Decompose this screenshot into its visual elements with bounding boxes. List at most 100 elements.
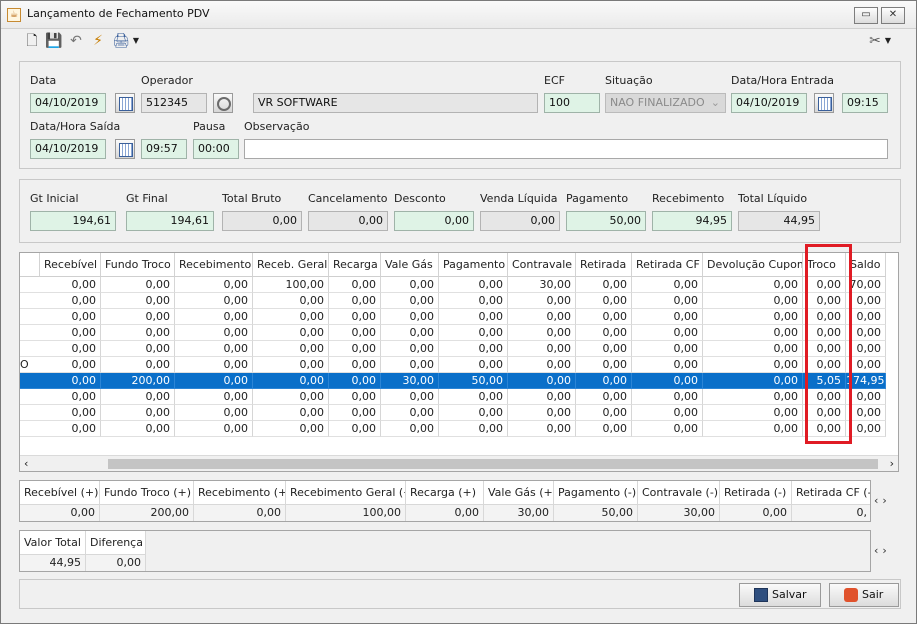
table-cell[interactable]: 100,00 (253, 277, 329, 293)
summary-scroll-arrows-icon[interactable]: ‹› (874, 494, 891, 507)
column-header[interactable]: Recebimento (175, 253, 253, 277)
table-cell[interactable]: 0,00 (329, 389, 381, 405)
close-window-button[interactable]: ✕ (881, 7, 905, 24)
salvar-button[interactable]: Salvar (739, 583, 821, 607)
observacao-field[interactable] (244, 139, 888, 159)
table-cell[interactable]: 0,00 (329, 309, 381, 325)
table-cell[interactable]: 0,00 (703, 357, 803, 373)
table-cell[interactable]: 0,00 (253, 405, 329, 421)
table-cell[interactable]: 0,00 (40, 277, 101, 293)
movements-table[interactable]: Recebível Fundo Troco Recebimento Receb. Ge… (19, 252, 899, 472)
table-cell[interactable]: 0,00 (40, 325, 101, 341)
table-cell[interactable]: 0,00 (576, 373, 632, 389)
table-cell[interactable]: 0,00 (632, 421, 703, 437)
table-cell[interactable]: 0,00 (101, 309, 175, 325)
column-header[interactable]: Saldo (846, 253, 886, 277)
column-header[interactable]: Troco (803, 253, 846, 277)
table-cell[interactable]: 0,00 (40, 341, 101, 357)
table-cell[interactable]: 0,00 (846, 405, 886, 421)
scroll-left-icon[interactable]: ‹ (24, 456, 28, 471)
table-cell[interactable]: 0,00 (101, 293, 175, 309)
column-header[interactable]: Contravale (508, 253, 576, 277)
entrada-calendar-button[interactable] (814, 93, 834, 113)
table-cell[interactable]: 0,00 (703, 309, 803, 325)
table-cell[interactable]: 0,00 (576, 293, 632, 309)
print-icon[interactable]: 🖨 (112, 32, 130, 50)
data-field[interactable]: 04/10/2019 (30, 93, 106, 113)
table-cell[interactable]: 0,00 (381, 293, 439, 309)
table-cell[interactable]: 0,00 (439, 341, 508, 357)
table-cell[interactable] (20, 325, 40, 341)
table-cell[interactable]: 0,00 (439, 309, 508, 325)
table-cell[interactable]: 0,00 (846, 389, 886, 405)
column-header[interactable]: Retirada CF (632, 253, 703, 277)
table-cell[interactable]: 0,00 (632, 277, 703, 293)
table-cell[interactable]: 0,00 (253, 309, 329, 325)
column-header[interactable]: Devolução Cupom (703, 253, 803, 277)
table-cell[interactable]: 0,00 (703, 373, 803, 389)
table-cell[interactable]: 0,00 (329, 357, 381, 373)
table-cell[interactable]: 200,00 (101, 373, 175, 389)
column-header[interactable]: Fundo Troco (101, 253, 175, 277)
table-cell[interactable]: 0,00 (175, 421, 253, 437)
table-cell[interactable]: 0,00 (508, 405, 576, 421)
table-cell[interactable]: 0,00 (508, 389, 576, 405)
table-cell[interactable] (20, 341, 40, 357)
table-cell[interactable]: 0,00 (381, 421, 439, 437)
pausa-field[interactable]: 00:00 (193, 139, 239, 159)
table-cell[interactable]: 0,00 (803, 389, 846, 405)
table-cell[interactable]: 0,00 (703, 341, 803, 357)
saida-date-field[interactable]: 04/10/2019 (30, 139, 106, 159)
table-cell[interactable]: 0,00 (40, 373, 101, 389)
data-calendar-button[interactable] (115, 93, 135, 113)
table-cell[interactable]: 0,00 (439, 325, 508, 341)
column-header[interactable]: Recarga (329, 253, 381, 277)
table-cell[interactable]: 0,00 (381, 325, 439, 341)
table-cell[interactable]: 0,00 (632, 293, 703, 309)
table-cell[interactable]: 0,00 (439, 405, 508, 421)
ecf-field[interactable]: 100 (544, 93, 600, 113)
table-cell[interactable]: 0,00 (175, 293, 253, 309)
table-cell[interactable]: 0,00 (508, 309, 576, 325)
table-cell[interactable]: 0,00 (576, 309, 632, 325)
table-cell[interactable]: 0,00 (439, 357, 508, 373)
column-header[interactable] (20, 253, 40, 277)
table-cell[interactable]: 0,00 (508, 293, 576, 309)
table-cell[interactable] (20, 405, 40, 421)
table-cell[interactable]: 0,00 (508, 373, 576, 389)
restore-button[interactable]: ▭ (854, 7, 878, 24)
table-cell[interactable]: 30,00 (381, 373, 439, 389)
table-cell[interactable]: 0,00 (576, 325, 632, 341)
column-header[interactable]: Pagamento (439, 253, 508, 277)
column-header[interactable]: Retirada (576, 253, 632, 277)
table-cell[interactable]: 0,00 (803, 325, 846, 341)
table-cell[interactable] (20, 293, 40, 309)
table-cell[interactable]: 0,00 (439, 293, 508, 309)
table-cell[interactable]: O (20, 357, 40, 373)
table-cell[interactable]: 0,00 (175, 309, 253, 325)
table-cell[interactable]: 70,00 (846, 277, 886, 293)
table-cell[interactable]: 0,00 (381, 405, 439, 421)
column-header[interactable]: Vale Gás (381, 253, 439, 277)
table-cell[interactable]: 0,00 (439, 389, 508, 405)
table-cell[interactable]: 0,00 (175, 373, 253, 389)
table-cell[interactable]: 0,00 (40, 389, 101, 405)
table-cell[interactable]: 0,00 (439, 421, 508, 437)
table-cell[interactable]: 0,00 (101, 277, 175, 293)
table-cell[interactable]: 0,00 (439, 277, 508, 293)
scrollbar-thumb[interactable] (108, 459, 878, 469)
table-cell[interactable]: 0,00 (253, 293, 329, 309)
table-cell[interactable]: 0,00 (632, 325, 703, 341)
print-dropdown-icon[interactable]: ▼ (131, 32, 141, 50)
table-cell[interactable]: 0,00 (576, 421, 632, 437)
table-cell[interactable]: 0,00 (175, 341, 253, 357)
table-cell[interactable]: 0,00 (381, 357, 439, 373)
table-cell[interactable]: 0,00 (846, 341, 886, 357)
new-document-icon[interactable]: 🗋 (23, 32, 41, 50)
table-cell[interactable]: 0,00 (329, 405, 381, 421)
table-cell[interactable]: 0,00 (101, 421, 175, 437)
final-scroll-arrows-icon[interactable]: ‹› (874, 544, 891, 557)
table-cell[interactable]: 0,00 (329, 325, 381, 341)
tools-icon[interactable]: ✂ (866, 32, 884, 50)
table-cell[interactable]: 0,00 (632, 373, 703, 389)
